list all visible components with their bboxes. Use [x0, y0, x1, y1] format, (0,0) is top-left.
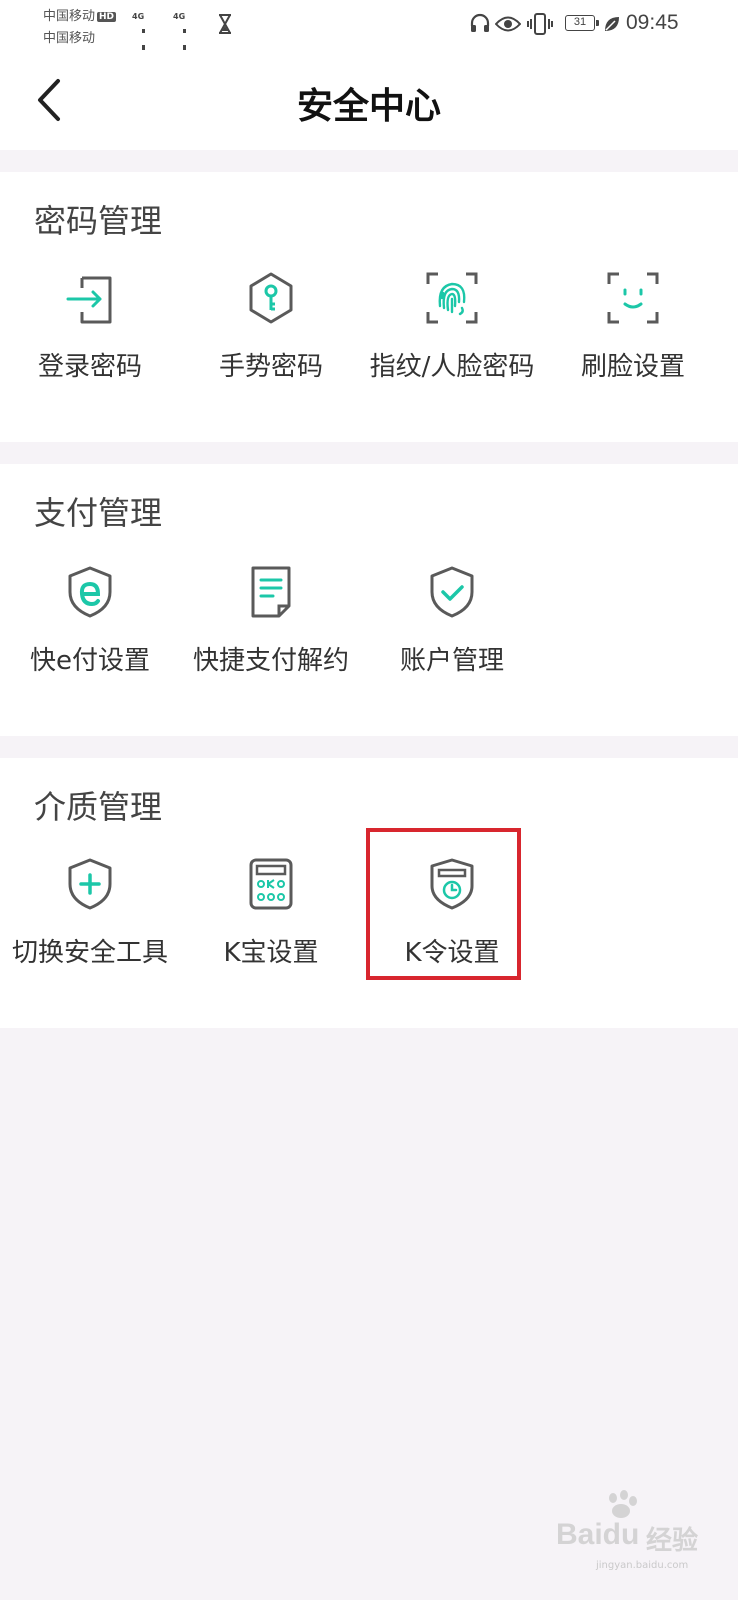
- section-title: 密码管理: [34, 202, 163, 240]
- item-label: 刷脸设置: [580, 352, 685, 382]
- item-label: 快捷支付解约: [192, 646, 349, 676]
- k-bao-settings-item[interactable]: K宝设置: [181, 854, 361, 1014]
- highlight-annotation: [366, 828, 521, 980]
- battery-icon: 31: [565, 15, 599, 31]
- quick-pay-cancel-item[interactable]: 快捷支付解约: [181, 562, 361, 722]
- header: 安全中心: [0, 50, 738, 150]
- shield-check-icon: [430, 566, 474, 618]
- hd-badge: HD: [97, 12, 117, 22]
- item-label: 切换安全工具: [11, 938, 168, 968]
- watermark-brand: Baidu: [556, 1518, 640, 1551]
- quick-e-pay-settings-item[interactable]: 快e付设置: [0, 562, 180, 722]
- item-label: 账户管理: [399, 646, 504, 676]
- section-title: 支付管理: [34, 494, 163, 532]
- face-scan-settings-item[interactable]: 刷脸设置: [543, 268, 723, 428]
- page-title: 安全中心: [296, 86, 441, 127]
- login-icon: [66, 276, 112, 324]
- status-time: 09:45: [626, 11, 679, 34]
- e-shield-icon: [68, 566, 112, 618]
- hourglass-icon: [219, 14, 231, 34]
- document-icon: [251, 566, 291, 618]
- section-title: 介质管理: [34, 788, 163, 826]
- watermark-brand-cn: 经验: [646, 1526, 699, 1556]
- face-scan-icon: [607, 272, 659, 324]
- eye-icon: [495, 16, 521, 32]
- item-label: 指纹/人脸密码: [369, 352, 535, 382]
- switch-security-tool-item[interactable]: 切换安全工具: [0, 854, 180, 1014]
- gesture-key-icon: [249, 272, 293, 324]
- carrier-2: 中国移动: [43, 31, 96, 46]
- fingerprint-icon: [426, 272, 478, 324]
- item-label: K宝设置: [223, 938, 319, 968]
- password-management-section: 密码管理 登录密码 手势密码 指纹/人脸密码 刷脸设置: [0, 172, 738, 442]
- fingerprint-face-password-item[interactable]: 指纹/人脸密码: [362, 268, 542, 428]
- leaf-icon: [605, 17, 619, 31]
- shield-plus-icon: [68, 858, 112, 910]
- watermark-url: jingyan.baidu.com: [596, 1560, 689, 1571]
- item-label: 登录密码: [37, 352, 142, 382]
- paw-icon: [609, 1490, 637, 1518]
- account-management-item[interactable]: 账户管理: [362, 562, 542, 722]
- carrier-1: 中国移动 HD: [43, 9, 117, 24]
- headset-icon: [470, 13, 490, 32]
- baidu-watermark: Baidu 经验 jingyan.baidu.com: [548, 1488, 718, 1578]
- item-label: 手势密码: [218, 352, 323, 382]
- gesture-password-item[interactable]: 手势密码: [181, 268, 361, 428]
- login-password-item[interactable]: 登录密码: [0, 268, 180, 428]
- item-label: 快e付设置: [30, 646, 150, 676]
- vibrate-icon: [527, 13, 553, 35]
- ukey-calculator-icon: [249, 858, 293, 910]
- payment-management-section: 支付管理 快e付设置 快捷支付解约 账户管理: [0, 464, 738, 736]
- status-bar: 中国移动 HD 中国移动 4G 4G 31 09:45: [0, 0, 738, 109]
